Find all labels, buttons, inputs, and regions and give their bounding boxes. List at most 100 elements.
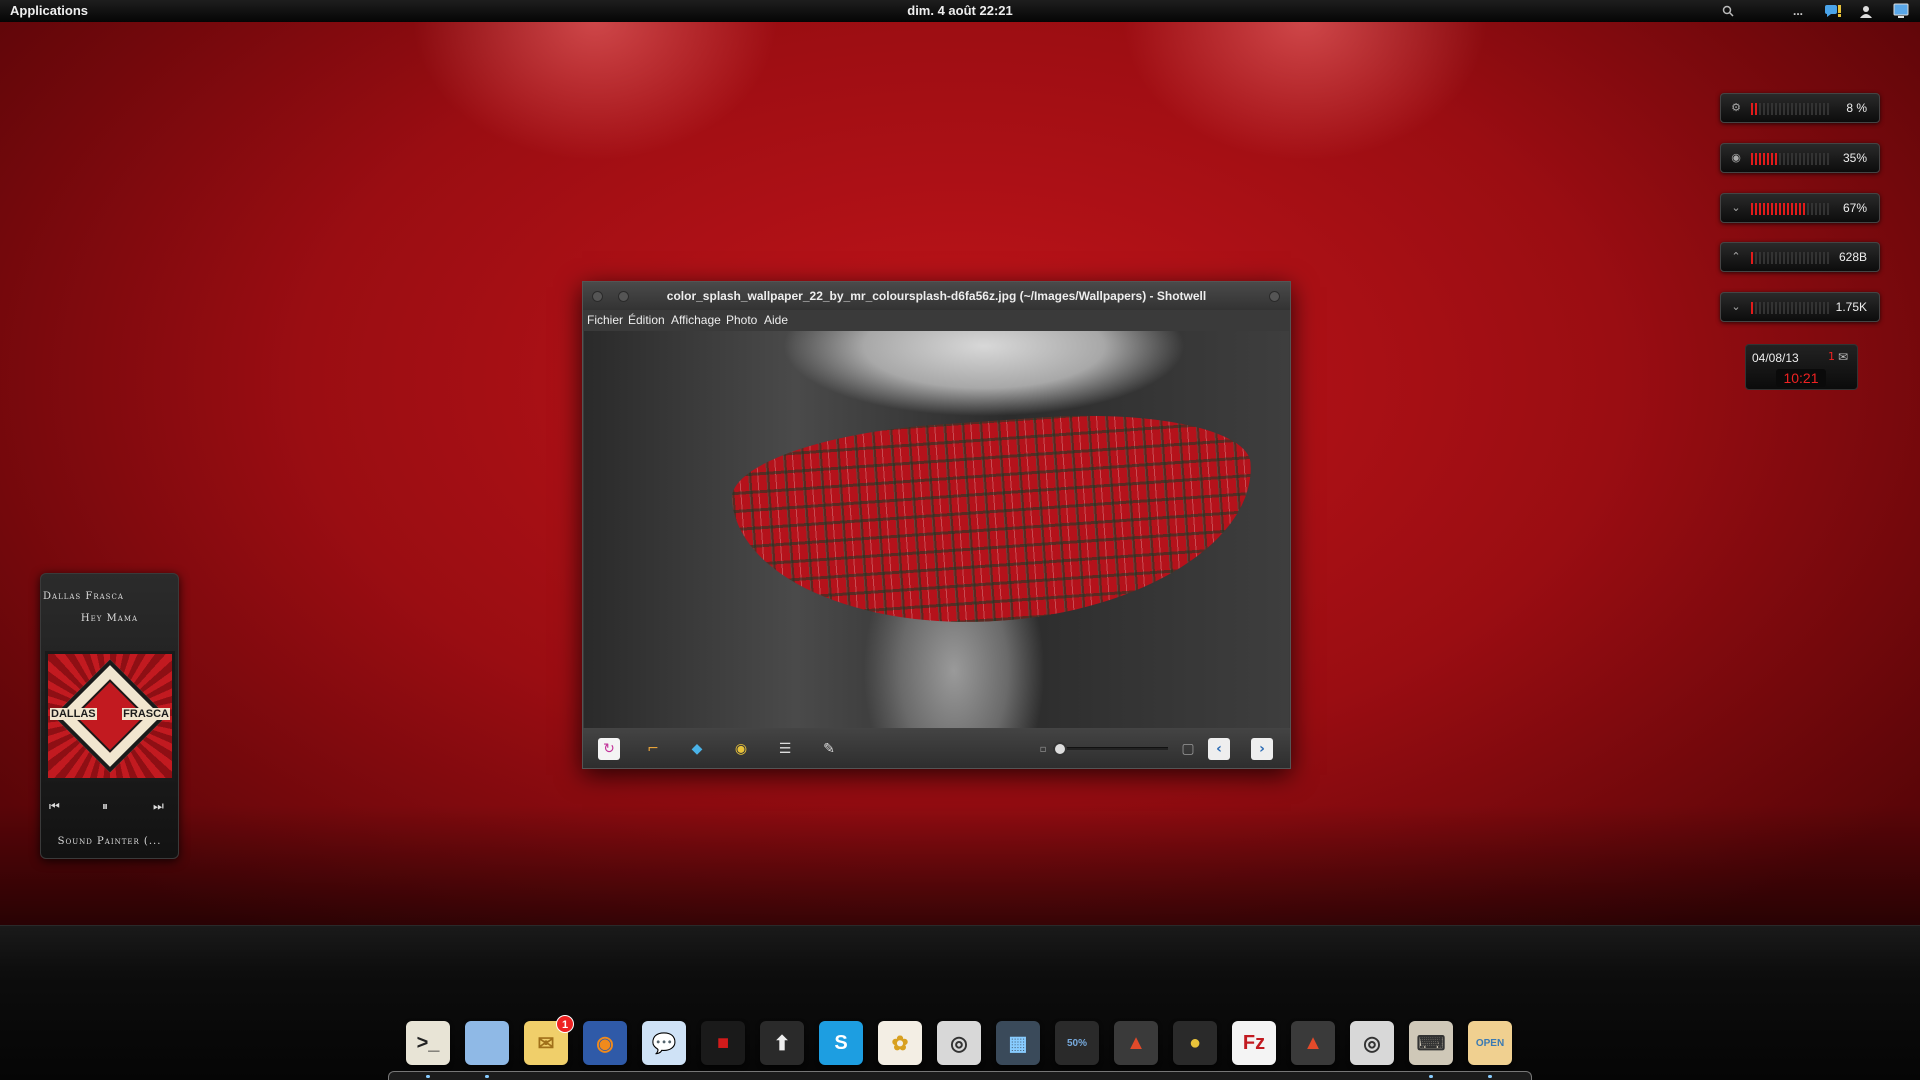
memory-icon: ◉ — [1731, 151, 1741, 164]
screen-icon[interactable] — [1892, 2, 1910, 20]
dock-item-files[interactable] — [465, 1021, 509, 1065]
zoom-in-icon[interactable]: ▢ — [1177, 738, 1199, 760]
upload-meter: ⌃ 628B — [1720, 242, 1880, 272]
meter-track — [1751, 302, 1831, 314]
menu-aide[interactable]: Aide — [764, 313, 788, 327]
zoom-slider[interactable] — [1053, 742, 1168, 756]
disk-icon: ⌄ — [1731, 201, 1741, 214]
dock-item-screenshot[interactable]: ◎ — [1350, 1021, 1394, 1065]
photo-red-plaid — [727, 403, 1261, 639]
user-icon[interactable] — [1857, 2, 1875, 20]
dock-item-firefox[interactable]: ◉ — [583, 1021, 627, 1065]
window-title: color_splash_wallpaper_22_by_mr_coloursp… — [666, 289, 1207, 303]
search-icon[interactable] — [1719, 2, 1737, 20]
dock-item-chat[interactable]: 💬 — [642, 1021, 686, 1065]
filezilla-icon: Fz — [1242, 1031, 1266, 1054]
rotate-icon[interactable]: ↻ — [598, 738, 620, 760]
stats-icon: ▲ — [1126, 1031, 1146, 1054]
straighten-icon[interactable]: ◆ — [686, 738, 708, 760]
menu-photo[interactable]: Photo — [726, 313, 757, 327]
dock-item-skype[interactable]: S — [819, 1021, 863, 1065]
dock-item-app-red[interactable]: ■ — [701, 1021, 745, 1065]
menu-affichage[interactable]: Affichage — [671, 313, 721, 327]
zoom-knob[interactable] — [1053, 742, 1067, 756]
system-icon: ● — [1188, 1031, 1202, 1054]
app-red-icon: ■ — [716, 1031, 730, 1054]
dock-item-monitor[interactable]: ▲ — [1291, 1021, 1335, 1065]
dock-item-image-viewer[interactable]: ▦ — [996, 1021, 1040, 1065]
red-eye-icon[interactable]: ◉ — [730, 738, 752, 760]
clock-container: dim. 4 août 22:21 — [0, 3, 1920, 18]
enhance-icon[interactable]: ✎ — [818, 738, 840, 760]
meter-fill — [1751, 203, 1805, 215]
next-photo-button[interactable]: › — [1251, 738, 1273, 760]
photo-view[interactable] — [584, 331, 1289, 728]
meter-value: 35% — [1842, 151, 1867, 165]
next-icon[interactable]: ⏭ — [153, 799, 164, 814]
camera-icon: ◎ — [950, 1032, 968, 1055]
dock-item-terminal[interactable]: >_ — [406, 1021, 450, 1065]
dock-item-camera[interactable]: ◎ — [937, 1021, 981, 1065]
menu-fichier[interactable]: Fichier — [587, 313, 623, 327]
dock-item-mail[interactable]: ✉ 1 — [524, 1015, 574, 1065]
player-controls: ⏮ ⏸ ⏭ — [41, 799, 178, 819]
image-viewer-icon: ▦ — [1008, 1032, 1028, 1055]
meter-value: 8 % — [1846, 101, 1867, 115]
meter-track — [1751, 153, 1831, 165]
usage-icon: 50% — [1066, 1037, 1087, 1049]
dock-item-keyboard[interactable]: ⌨ — [1409, 1021, 1453, 1065]
notification-badge: 1 — [556, 1015, 574, 1033]
artist-name: Dallas Frasca — [43, 591, 124, 602]
previous-photo-button[interactable]: ‹ — [1208, 738, 1230, 760]
upload-icon: ⌃ — [1731, 250, 1741, 263]
panel-clock[interactable]: dim. 4 août 22:21 — [907, 3, 1012, 18]
store-icon: OPEN — [1475, 1037, 1505, 1049]
mail-icon[interactable]: ✉ — [1838, 350, 1848, 364]
firefox-icon: ◉ — [596, 1032, 614, 1055]
adjust-icon[interactable]: ☰ — [774, 738, 796, 760]
meter-value: 628B — [1838, 250, 1867, 264]
running-indicator — [1429, 1075, 1433, 1078]
dock-item-stats[interactable]: ▲ — [1114, 1021, 1158, 1065]
time-label: 10:21 — [1776, 369, 1826, 387]
shotwell-window: color_splash_wallpaper_22_by_mr_coloursp… — [582, 281, 1291, 769]
disk-meter: ⌄ 67% — [1720, 193, 1880, 223]
album-cover: DALLAS FRASCA — [45, 651, 175, 781]
running-indicator — [426, 1075, 430, 1078]
dock-item-filezilla[interactable]: Fz — [1232, 1021, 1276, 1065]
window-titlebar[interactable]: color_splash_wallpaper_22_by_mr_coloursp… — [583, 282, 1290, 310]
cover-text-left: DALLAS — [50, 708, 97, 720]
dock-item-photos[interactable]: ✿ — [878, 1021, 922, 1065]
dock-item-store[interactable]: OPEN — [1468, 1021, 1512, 1065]
dock-item-usage[interactable]: 50% — [1055, 1021, 1099, 1065]
cpu-icon: ⚙ — [1731, 101, 1741, 114]
pause-icon[interactable]: ⏸ — [102, 799, 108, 814]
more-icon[interactable]: ... — [1789, 2, 1807, 20]
mail-icon: ✉ — [537, 1032, 555, 1055]
cover-text-right: FRASCA — [122, 708, 170, 720]
track-title: Hey Mama — [80, 613, 139, 624]
dock-item-update[interactable]: ⬆ — [760, 1021, 804, 1065]
update-icon: ⬆ — [773, 1032, 791, 1055]
meter-track — [1751, 203, 1831, 215]
download-meter: ⌄ 1.75K — [1720, 292, 1880, 322]
menu-edition[interactable]: Édition — [628, 313, 665, 327]
meter-fill — [1751, 252, 1755, 264]
memory-meter: ◉ 35% — [1720, 143, 1880, 173]
crop-icon[interactable]: ⌐ — [642, 738, 664, 760]
dock-item-system[interactable]: ● — [1173, 1021, 1217, 1065]
meter-fill — [1751, 153, 1779, 165]
previous-icon[interactable]: ⏮ — [49, 799, 60, 814]
meter-fill — [1751, 302, 1755, 314]
zoom-out-icon[interactable]: ▫ — [1032, 738, 1054, 760]
monitor-icon: ▲ — [1303, 1031, 1323, 1054]
menu-bar: Fichier Édition Affichage Photo Aide — [583, 310, 1290, 331]
photo-toolbar: ↻ ⌐ ◆ ◉ ☰ ✎ ▫ ▢ ‹ › — [583, 728, 1290, 768]
date-label: 04/08/13 — [1752, 351, 1799, 365]
skype-icon: S — [834, 1031, 848, 1054]
running-indicator — [485, 1075, 489, 1078]
chat-notification-icon[interactable] — [1824, 2, 1842, 20]
maximize-button[interactable] — [1269, 291, 1280, 302]
chat-icon: 💬 — [651, 1032, 677, 1055]
cpu-meter: ⚙ 8 % — [1720, 93, 1880, 123]
